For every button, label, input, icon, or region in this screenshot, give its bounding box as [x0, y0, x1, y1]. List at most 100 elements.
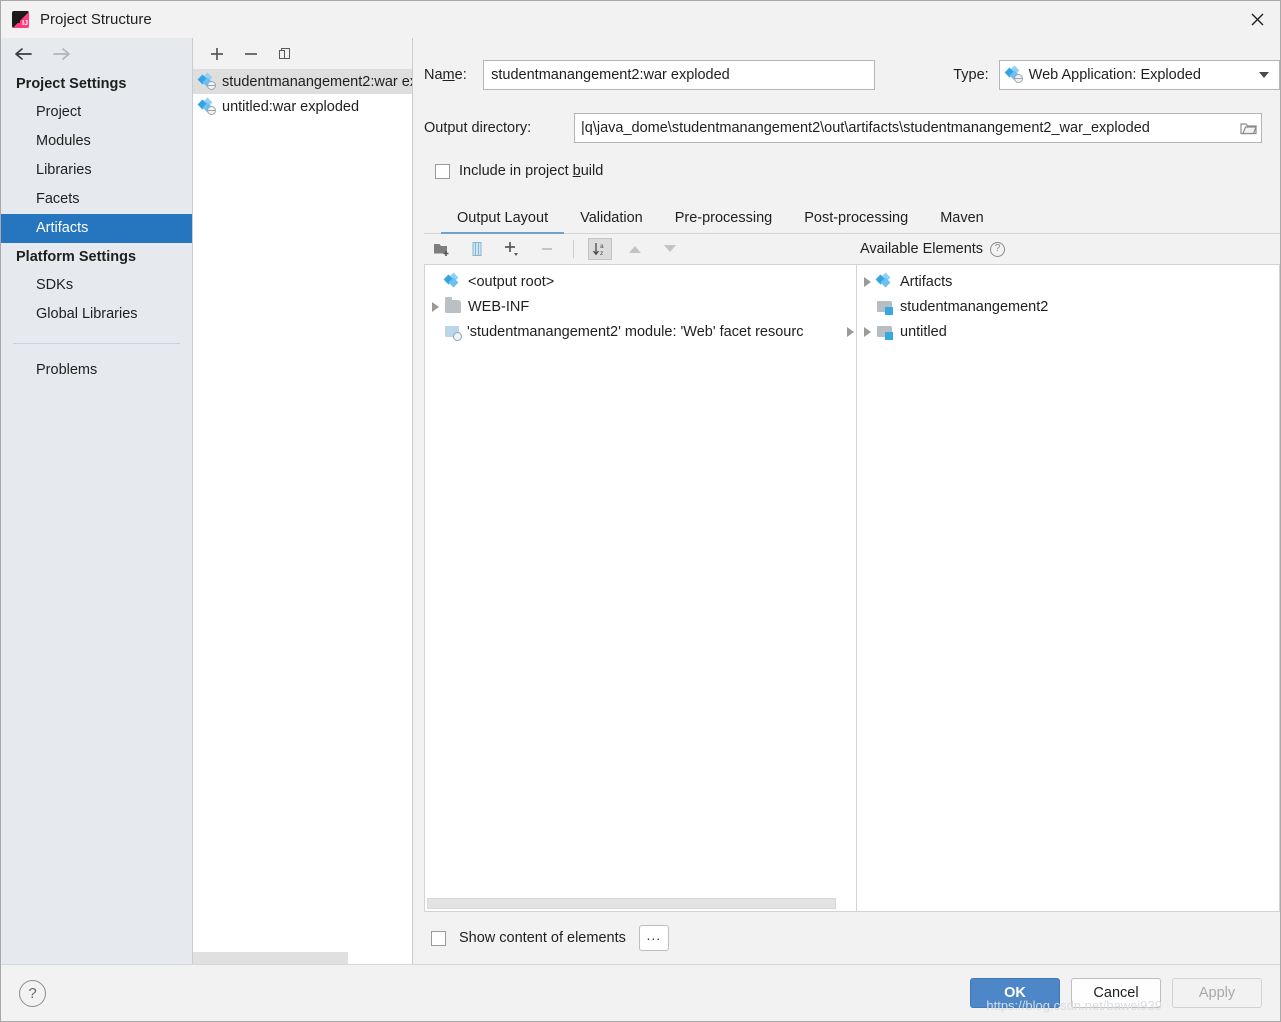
sidebar-item-facets[interactable]: Facets [1, 185, 192, 214]
move-down-icon [658, 238, 682, 260]
minus-icon[interactable] [241, 44, 261, 64]
nav-group-title-platform-settings: Platform Settings [16, 249, 137, 265]
tree-item-label: Artifacts [900, 273, 953, 290]
output-directory-row: Output directory: |q\java_dome\studentma… [424, 113, 1280, 143]
expand-toggle-icon[interactable] [857, 326, 877, 337]
tree-item-label: <output root> [468, 273, 555, 290]
available-elements-tree-panel[interactable]: Artifacts studentmanangement2 untitled [856, 264, 1280, 912]
include-in-project-build-label: Include in project build [459, 163, 604, 179]
module-icon [877, 300, 893, 315]
tab-output-layout[interactable]: Output Layout [441, 210, 565, 234]
name-row: Name: studentmanangement2:war exploded T… [424, 57, 1280, 93]
tree-item-label: studentmanangement2 [900, 298, 1049, 315]
tree-item[interactable]: WEB-INF [425, 294, 856, 319]
web-artifact-icon [1004, 65, 1023, 83]
tab-validation[interactable]: Validation [564, 210, 659, 233]
artifact-detail-panel: Name: studentmanangement2:war exploded T… [413, 38, 1280, 964]
tab-pre-processing[interactable]: Pre-processing [659, 210, 789, 233]
tab-maven[interactable]: Maven [924, 210, 1000, 233]
nav-group-title-project-settings: Project Settings [16, 76, 127, 92]
show-content-checkbox[interactable] [431, 930, 446, 946]
nav-history-controls [1, 38, 192, 70]
remove-icon [535, 238, 559, 260]
intellij-idea-icon [12, 11, 29, 28]
toolbar-divider [573, 240, 574, 258]
arrow-right-icon [51, 44, 73, 64]
sidebar-item-artifacts[interactable]: Artifacts [1, 214, 192, 243]
archive-icon[interactable] [465, 238, 489, 260]
tab-post-processing[interactable]: Post-processing [788, 210, 924, 233]
show-content-label: Show content of elements [459, 930, 626, 946]
more-options-button[interactable]: ... [638, 925, 669, 951]
scrollbar-thumb[interactable] [427, 898, 836, 909]
tree-horizontal-scrollbar[interactable] [425, 897, 856, 911]
move-right-icon[interactable] [847, 326, 854, 337]
add-dropdown-icon[interactable] [500, 238, 524, 260]
sidebar-item-libraries[interactable]: Libraries [1, 156, 192, 185]
ok-button[interactable]: OK [970, 978, 1060, 1008]
tree-item[interactable]: <output root> [425, 269, 856, 294]
include-in-project-build-checkbox[interactable] [435, 163, 450, 179]
name-input[interactable]: studentmanangement2:war exploded [483, 60, 876, 90]
folder-browse-icon[interactable] [1235, 114, 1261, 142]
artifact-icon [875, 272, 894, 290]
apply-button: Apply [1172, 978, 1262, 1008]
list-item-label: untitled:war exploded [222, 98, 360, 115]
cancel-button[interactable]: Cancel [1071, 978, 1161, 1008]
new-folder-icon[interactable] [430, 238, 454, 260]
type-select[interactable]: Web Application: Exploded [998, 60, 1280, 90]
tree-item[interactable]: Artifacts [857, 269, 1279, 294]
plus-icon[interactable] [207, 44, 227, 64]
copy-icon[interactable] [275, 44, 295, 64]
arrow-left-icon[interactable] [13, 44, 35, 64]
list-item[interactable]: studentmanangement2:war exploded [193, 69, 412, 94]
question-mark-icon[interactable]: ? [19, 979, 46, 1007]
title-bar: Project Structure [1, 1, 1280, 38]
window-title: Project Structure [40, 11, 152, 28]
artifacts-list[interactable]: studentmanangement2:war exploded untitle… [193, 69, 412, 950]
move-up-icon [623, 238, 647, 260]
output-directory-value: |q\java_dome\studentmanangement2\out\art… [581, 120, 1150, 136]
expand-toggle-icon[interactable] [857, 276, 877, 287]
expand-toggle-icon[interactable] [425, 301, 445, 312]
output-layout-tree: <output root> WEB-INF 'studentmanangemen… [425, 265, 856, 344]
module-facet-icon [445, 325, 462, 341]
list-item[interactable]: untitled:war exploded [193, 94, 412, 119]
module-icon [877, 325, 893, 340]
help-icon[interactable]: ? [990, 241, 1006, 257]
artifacts-list-panel: studentmanangement2:war exploded untitle… [193, 38, 413, 964]
name-label: Name: [424, 67, 467, 83]
sidebar-item-sdks[interactable]: SDKs [1, 271, 192, 300]
type-label: Type: [953, 67, 989, 83]
folder-icon [445, 297, 461, 313]
sidebar-item-modules[interactable]: Modules [1, 127, 192, 156]
web-artifact-icon [197, 97, 216, 115]
available-elements-label: Available Elements [860, 241, 984, 257]
dialog-footer: ? https://blog.csdn.net/bawei939 OK Canc… [1, 964, 1280, 1021]
artifact-icon [443, 272, 462, 290]
artifacts-horizontal-scrollbar[interactable] [193, 950, 412, 964]
tree-item-label: 'studentmanangement2' module: 'Web' face… [467, 323, 804, 340]
scrollbar-thumb[interactable] [193, 952, 348, 964]
tree-item[interactable]: studentmanangement2 [857, 294, 1279, 319]
project-structure-dialog: Project Structure Project Settings Proje… [0, 0, 1281, 1022]
sidebar-item-project[interactable]: Project [1, 98, 192, 127]
sidebar-item-global-libraries[interactable]: Global Libraries [1, 300, 192, 329]
show-content-row: Show content of elements ... [424, 912, 1280, 964]
detail-tabs: Output Layout Validation Pre-processing … [424, 202, 1280, 234]
tree-item[interactable]: 'studentmanangement2' module: 'Web' face… [425, 319, 856, 344]
list-item-label: studentmanangement2:war exploded [222, 73, 412, 90]
artifacts-toolbar [193, 38, 412, 69]
tree-item[interactable]: untitled [857, 319, 1279, 344]
tree-item-label: untitled [900, 323, 947, 340]
web-artifact-icon [197, 72, 216, 90]
output-directory-field[interactable]: |q\java_dome\studentmanangement2\out\art… [574, 113, 1262, 143]
output-layout-tree-panel[interactable]: <output root> WEB-INF 'studentmanangemen… [424, 264, 856, 912]
close-icon[interactable] [1234, 1, 1280, 38]
layout-panes: <output root> WEB-INF 'studentmanangemen… [424, 264, 1280, 912]
sidebar-item-problems[interactable]: Problems [1, 356, 192, 385]
available-elements-header: Available Elements ? [856, 241, 1006, 257]
settings-sidebar: Project Settings Project Modules Librari… [1, 38, 193, 964]
sort-alphabetical-icon[interactable]: a z [588, 238, 612, 260]
include-in-project-build-row[interactable]: Include in project build [424, 160, 1280, 182]
